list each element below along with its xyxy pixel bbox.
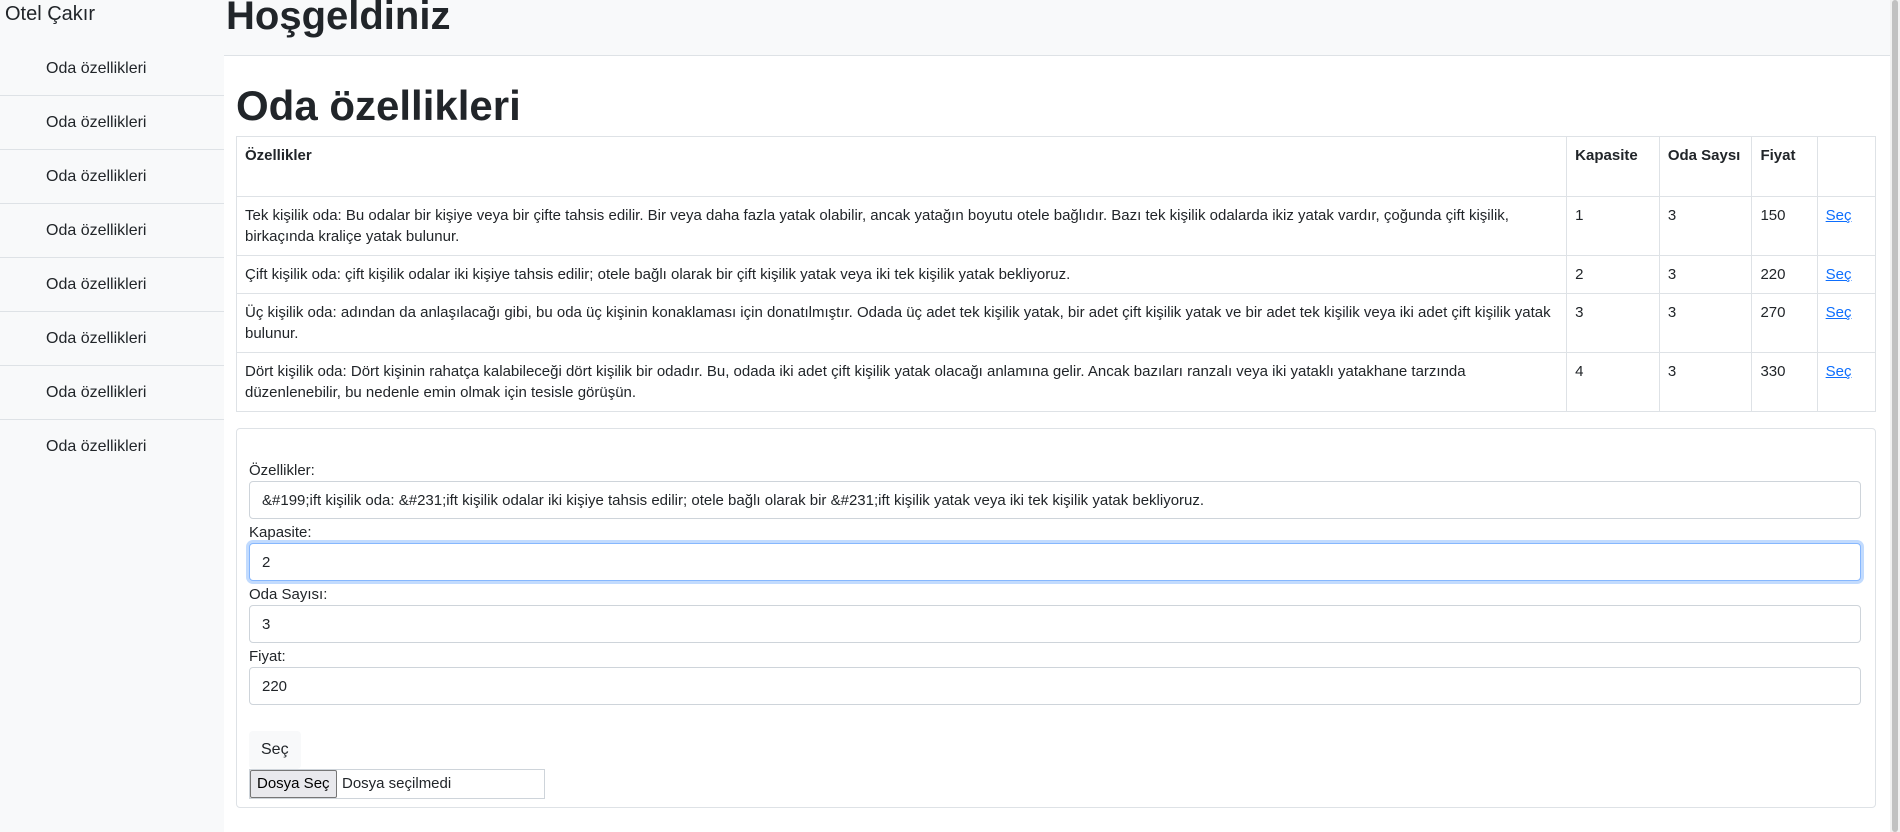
app-window: Otel Çakır Oda özellikleri Oda özellikle… [0,0,1900,832]
sidebar-item-room-features[interactable]: Oda özellikleri [0,258,224,312]
cell-room-count: 3 [1658,196,1753,256]
room-count-input[interactable] [249,605,1861,643]
cell-price: 330 [1751,352,1818,412]
choose-file-button[interactable]: Dosya Seç [250,770,337,798]
scrollbar-thumb[interactable] [1892,0,1898,832]
table-header-row: Özellikler Kapasite Oda Saysı Fiyat [235,136,1877,197]
file-input[interactable]: Dosya Seç Dosya seçilmedi [249,769,545,799]
cell-capacity: 4 [1566,352,1660,412]
cell-room-count: 3 [1658,352,1753,412]
room-features-table: Özellikler Kapasite Oda Saysı Fiyat Tek … [235,136,1877,412]
features-label: Özellikler: [249,462,315,479]
sidebar-item-room-features[interactable]: Oda özellikleri [0,42,224,96]
table-row: Dört kişilik oda: Dört kişinin rahatça k… [235,352,1877,412]
sidebar-menu: Oda özellikleri Oda özellikleri Oda özel… [0,42,224,474]
column-header-room-count: Oda Saysı [1658,136,1753,197]
page-title: Oda özellikleri [236,82,521,129]
column-header-capacity: Kapasite [1566,136,1660,197]
column-header-select [1816,136,1877,197]
brand-title[interactable]: Otel Çakır [5,3,95,26]
sidebar-item-room-features[interactable]: Oda özellikleri [0,204,224,258]
cell-select: Seç [1816,293,1877,353]
capacity-input[interactable] [249,543,1861,581]
price-label: Fiyat: [249,648,286,665]
column-header-features: Özellikler [235,136,1568,197]
main-content: Oda özellikleri Özellikler Kapasite Oda … [235,76,1877,808]
table-row: Üç kişilik oda: adından da anlaşılacağı … [235,293,1877,353]
cell-capacity: 3 [1566,293,1660,353]
cell-features: Üç kişilik oda: adından da anlaşılacağı … [235,293,1568,353]
select-link[interactable]: Seç [1826,363,1852,380]
cell-select: Seç [1816,255,1877,294]
cell-capacity: 1 [1566,196,1660,256]
sidebar-item-room-features[interactable]: Oda özellikleri [0,420,224,474]
select-link[interactable]: Seç [1826,207,1852,224]
table-row: Tek kişilik oda: Bu odalar bir kişiye ve… [235,196,1877,256]
cell-price: 150 [1751,196,1818,256]
capacity-label: Kapasite: [249,524,312,541]
cell-select: Seç [1816,352,1877,412]
cell-price: 220 [1751,255,1818,294]
cell-capacity: 2 [1566,255,1660,294]
cell-features: Dört kişilik oda: Dört kişinin rahatça k… [235,352,1568,412]
file-status-text: Dosya seçilmedi [342,775,452,792]
top-header: Hoşgeldiniz [224,0,1890,56]
select-button[interactable]: Seç [249,731,301,769]
sidebar-item-room-features[interactable]: Oda özellikleri [0,366,224,420]
table-row: Çift kişilik oda: çift kişilik odalar ik… [235,255,1877,294]
cell-select: Seç [1816,196,1877,256]
vertical-scrollbar[interactable] [1890,0,1900,832]
room-edit-form: Özellikler: Kapasite: Oda Sayısı: Fiyat:… [236,428,1876,808]
room-count-label: Oda Sayısı: [249,586,328,603]
cell-features: Tek kişilik oda: Bu odalar bir kişiye ve… [235,196,1568,256]
price-input[interactable] [249,667,1861,705]
sidebar-item-room-features[interactable]: Oda özellikleri [0,312,224,366]
cell-room-count: 3 [1658,293,1753,353]
cell-price: 270 [1751,293,1818,353]
sidebar: Otel Çakır Oda özellikleri Oda özellikle… [0,0,224,832]
column-header-price: Fiyat [1751,136,1818,197]
cell-features: Çift kişilik oda: çift kişilik odalar ik… [235,255,1568,294]
welcome-heading: Hoşgeldiniz [226,0,451,38]
features-input[interactable] [249,481,1861,519]
sidebar-item-room-features[interactable]: Oda özellikleri [0,150,224,204]
select-link[interactable]: Seç [1826,266,1852,283]
sidebar-item-room-features[interactable]: Oda özellikleri [0,96,224,150]
select-link[interactable]: Seç [1826,304,1852,321]
cell-room-count: 3 [1658,255,1753,294]
